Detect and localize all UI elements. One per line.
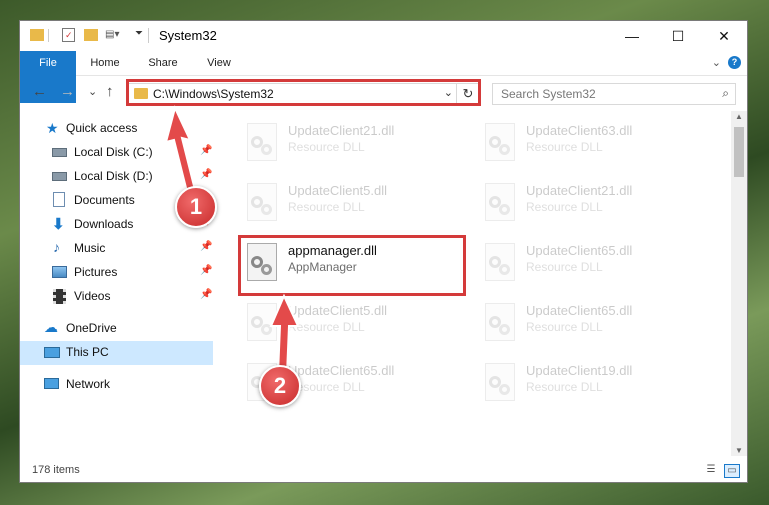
drive-icon <box>52 148 67 157</box>
scrollbar-thumb[interactable] <box>734 127 744 177</box>
properties-icon[interactable]: ✓ <box>62 28 75 42</box>
file-item[interactable]: UpdateClient21.dll Resource DLL <box>241 117 461 169</box>
pin-icon[interactable]: 📌 <box>200 289 212 300</box>
dll-file-icon <box>247 183 277 221</box>
customize-icon[interactable]: ▤▾ <box>105 29 119 43</box>
file-item[interactable]: UpdateClient5.dll Resource DLL <box>241 177 461 229</box>
sidebar-item-videos[interactable]: Videos 📌 <box>20 285 213 309</box>
sidebar-item-network[interactable]: Network <box>20 373 213 397</box>
large-icons-view-icon[interactable]: ▭ <box>724 464 740 478</box>
appmanager-highlight <box>238 235 466 296</box>
drive-icon <box>52 172 67 181</box>
dll-file-icon <box>247 123 277 161</box>
sidebar-item-pictures[interactable]: Pictures 📌 <box>20 261 213 285</box>
ribbon: File Home Share View ⌄ ? <box>20 51 747 103</box>
dll-file-icon <box>485 123 515 161</box>
window-title: System32 <box>159 28 217 43</box>
help-icon[interactable]: ? <box>728 56 741 69</box>
new-folder-icon[interactable] <box>84 29 98 41</box>
search-input[interactable]: Search System32 ⌕ <box>492 83 736 105</box>
up-icon[interactable]: ↑ <box>106 83 114 100</box>
status-bar: 178 items ☰ ▭ <box>20 458 747 482</box>
folder-icon <box>30 29 44 41</box>
search-placeholder: Search System32 <box>501 87 596 101</box>
quick-access-toolbar-dropdown-icon[interactable]: ⏷ <box>135 28 143 39</box>
back-icon[interactable]: ← <box>32 83 47 100</box>
file-item[interactable]: UpdateClient65.dll Resource DLL <box>479 297 699 349</box>
step-2-badge: 2 <box>259 365 301 407</box>
ribbon-collapse-icon[interactable]: ⌄ <box>712 51 721 75</box>
vertical-scrollbar[interactable]: ▲ ▼ <box>731 111 747 456</box>
music-icon: ♪ <box>53 239 60 255</box>
title-bar: ✓ ▤▾ ⏷ System32 — ☐ ✕ <box>20 21 747 51</box>
close-button[interactable]: ✕ <box>701 21 747 51</box>
file-item[interactable]: UpdateClient21.dll Resource DLL <box>479 177 699 229</box>
recent-locations-icon[interactable]: ⌄ <box>88 85 97 98</box>
download-icon: ⬇ <box>52 216 65 233</box>
computer-icon <box>44 347 60 358</box>
pictures-icon <box>52 266 67 278</box>
scroll-up-icon[interactable]: ▲ <box>735 112 743 121</box>
pin-icon[interactable]: 📌 <box>200 241 212 252</box>
dll-file-icon <box>485 303 515 341</box>
scroll-down-icon[interactable]: ▼ <box>735 446 743 455</box>
sidebar-item-onedrive[interactable]: ☁ OneDrive <box>20 317 213 341</box>
cloud-icon: ☁ <box>44 319 58 335</box>
dll-file-icon <box>485 243 515 281</box>
item-count: 178 items <box>32 464 80 476</box>
documents-icon <box>53 192 65 207</box>
minimize-button[interactable]: — <box>609 21 655 51</box>
file-item[interactable]: UpdateClient63.dll Resource DLL <box>479 117 699 169</box>
dll-file-icon <box>485 363 515 401</box>
tab-share[interactable]: Share <box>138 51 188 75</box>
file-item[interactable]: UpdateClient65.dll Resource DLL <box>479 237 699 289</box>
tab-view[interactable]: View <box>196 51 242 75</box>
search-icon[interactable]: ⌕ <box>722 86 729 101</box>
forward-icon[interactable]: → <box>60 83 75 100</box>
tab-home[interactable]: Home <box>82 51 128 75</box>
details-view-icon[interactable]: ☰ <box>704 464 718 476</box>
sidebar-item-this-pc[interactable]: This PC <box>20 341 213 365</box>
dll-file-icon <box>485 183 515 221</box>
file-item[interactable]: UpdateClient19.dll Resource DLL <box>479 357 699 409</box>
star-icon: ★ <box>46 120 59 136</box>
videos-icon <box>53 289 66 304</box>
pin-icon[interactable]: 📌 <box>200 265 212 276</box>
sidebar-item-music[interactable]: ♪ Music 📌 <box>20 237 213 261</box>
network-icon <box>44 378 59 389</box>
step-1-badge: 1 <box>175 186 217 228</box>
maximize-button[interactable]: ☐ <box>655 21 701 51</box>
